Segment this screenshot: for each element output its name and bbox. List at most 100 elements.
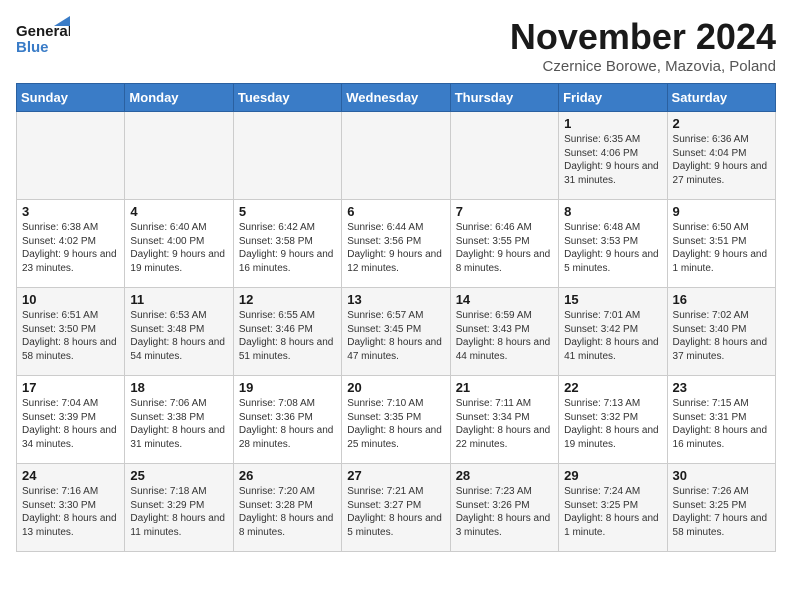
day-info: Sunrise: 7:18 AM Sunset: 3:29 PM Dayligh… bbox=[130, 485, 227, 539]
calendar-cell: 27 Sunrise: 7:21 AM Sunset: 3:27 PM Dayli… bbox=[342, 464, 450, 552]
calendar-cell: 20 Sunrise: 7:10 AM Sunset: 3:35 PM Dayli… bbox=[342, 376, 450, 464]
day-number: 27 bbox=[347, 468, 444, 483]
svg-text:Blue: Blue bbox=[16, 39, 49, 56]
day-number: 23 bbox=[673, 380, 770, 395]
calendar-table: SundayMondayTuesdayWednesdayThursdayFrid… bbox=[16, 83, 776, 552]
weekday-header-monday: Monday bbox=[125, 84, 233, 112]
calendar-cell: 6 Sunrise: 6:44 AM Sunset: 3:56 PM Daylig… bbox=[342, 200, 450, 288]
day-number: 7 bbox=[456, 204, 553, 219]
weekday-header-wednesday: Wednesday bbox=[342, 84, 450, 112]
day-number: 6 bbox=[347, 204, 444, 219]
calendar-cell: 4Sunrise: 6:40 AM Sunset: 4:00 PM Daylig… bbox=[125, 200, 233, 288]
week-row-4: 17 Sunrise: 7:04 AM Sunset: 3:39 PM Dayli… bbox=[17, 376, 776, 464]
calendar-cell: 1Sunrise: 6:35 AM Sunset: 4:06 PM Daylig… bbox=[559, 112, 667, 200]
day-number: 19 bbox=[239, 380, 336, 395]
calendar-cell bbox=[17, 112, 125, 200]
title-area: November 2024 Czernice Borowe, Mazovia, … bbox=[510, 16, 776, 75]
calendar-cell: 26 Sunrise: 7:20 AM Sunset: 3:28 PM Dayli… bbox=[233, 464, 341, 552]
weekday-header-tuesday: Tuesday bbox=[233, 84, 341, 112]
day-number: 2 bbox=[673, 116, 770, 131]
day-info: Sunrise: 7:21 AM Sunset: 3:27 PM Dayligh… bbox=[347, 485, 444, 539]
calendar-cell bbox=[342, 112, 450, 200]
calendar-cell: 25Sunrise: 7:18 AM Sunset: 3:29 PM Dayli… bbox=[125, 464, 233, 552]
day-info: Sunrise: 6:46 AM Sunset: 3:55 PM Dayligh… bbox=[456, 221, 553, 275]
calendar-cell: 13Sunrise: 6:57 AM Sunset: 3:45 PM Dayli… bbox=[342, 288, 450, 376]
day-number: 8 bbox=[564, 204, 661, 219]
weekday-header-thursday: Thursday bbox=[450, 84, 558, 112]
logo: General Blue bbox=[16, 16, 70, 64]
weekday-header-saturday: Saturday bbox=[667, 84, 775, 112]
calendar-cell: 24 Sunrise: 7:16 AM Sunset: 3:30 PM Dayli… bbox=[17, 464, 125, 552]
day-info: Sunrise: 7:10 AM Sunset: 3:35 PM Dayligh… bbox=[347, 397, 444, 451]
day-number: 3 bbox=[22, 204, 119, 219]
day-number: 29 bbox=[564, 468, 661, 483]
week-row-1: 1Sunrise: 6:35 AM Sunset: 4:06 PM Daylig… bbox=[17, 112, 776, 200]
day-info: Sunrise: 7:20 AM Sunset: 3:28 PM Dayligh… bbox=[239, 485, 336, 539]
week-row-5: 24 Sunrise: 7:16 AM Sunset: 3:30 PM Dayli… bbox=[17, 464, 776, 552]
day-number: 17 bbox=[22, 380, 119, 395]
calendar-cell: 30 Sunrise: 7:26 AM Sunset: 3:25 PM Dayli… bbox=[667, 464, 775, 552]
day-info: Sunrise: 6:36 AM Sunset: 4:04 PM Dayligh… bbox=[673, 133, 770, 187]
day-info: Sunrise: 7:04 AM Sunset: 3:39 PM Dayligh… bbox=[22, 397, 119, 451]
weekday-header-friday: Friday bbox=[559, 84, 667, 112]
day-info: Sunrise: 6:44 AM Sunset: 3:56 PM Dayligh… bbox=[347, 221, 444, 275]
day-number: 1 bbox=[564, 116, 661, 131]
day-info: Sunrise: 7:11 AM Sunset: 3:34 PM Dayligh… bbox=[456, 397, 553, 451]
calendar-cell: 17 Sunrise: 7:04 AM Sunset: 3:39 PM Dayli… bbox=[17, 376, 125, 464]
calendar-cell: 9Sunrise: 6:50 AM Sunset: 3:51 PM Daylig… bbox=[667, 200, 775, 288]
day-info: Sunrise: 7:13 AM Sunset: 3:32 PM Dayligh… bbox=[564, 397, 661, 451]
day-info: Sunrise: 6:50 AM Sunset: 3:51 PM Dayligh… bbox=[673, 221, 770, 275]
day-number: 14 bbox=[456, 292, 553, 307]
calendar-cell: 11 Sunrise: 6:53 AM Sunset: 3:48 PM Dayli… bbox=[125, 288, 233, 376]
day-info: Sunrise: 6:51 AM Sunset: 3:50 PM Dayligh… bbox=[22, 309, 119, 363]
calendar-cell: 10 Sunrise: 6:51 AM Sunset: 3:50 PM Dayli… bbox=[17, 288, 125, 376]
day-number: 11 bbox=[130, 292, 227, 307]
calendar-cell: 29 Sunrise: 7:24 AM Sunset: 3:25 PM Dayli… bbox=[559, 464, 667, 552]
header: General Blue November 2024 Czernice Boro… bbox=[16, 16, 776, 75]
day-number: 16 bbox=[673, 292, 770, 307]
day-info: Sunrise: 6:38 AM Sunset: 4:02 PM Dayligh… bbox=[22, 221, 119, 275]
day-number: 30 bbox=[673, 468, 770, 483]
calendar-cell: 8 Sunrise: 6:48 AM Sunset: 3:53 PM Daylig… bbox=[559, 200, 667, 288]
day-info: Sunrise: 7:26 AM Sunset: 3:25 PM Dayligh… bbox=[673, 485, 770, 539]
calendar-cell: 7 Sunrise: 6:46 AM Sunset: 3:55 PM Daylig… bbox=[450, 200, 558, 288]
day-info: Sunrise: 7:01 AM Sunset: 3:42 PM Dayligh… bbox=[564, 309, 661, 363]
logo-icon: General Blue bbox=[16, 16, 70, 64]
day-info: Sunrise: 6:53 AM Sunset: 3:48 PM Dayligh… bbox=[130, 309, 227, 363]
calendar-cell: 22 Sunrise: 7:13 AM Sunset: 3:32 PM Dayli… bbox=[559, 376, 667, 464]
calendar-cell: 5Sunrise: 6:42 AM Sunset: 3:58 PM Daylig… bbox=[233, 200, 341, 288]
calendar-cell bbox=[450, 112, 558, 200]
day-info: Sunrise: 7:06 AM Sunset: 3:38 PM Dayligh… bbox=[130, 397, 227, 451]
calendar-cell: 14 Sunrise: 6:59 AM Sunset: 3:43 PM Dayli… bbox=[450, 288, 558, 376]
calendar-cell: 15 Sunrise: 7:01 AM Sunset: 3:42 PM Dayli… bbox=[559, 288, 667, 376]
day-number: 15 bbox=[564, 292, 661, 307]
day-info: Sunrise: 7:16 AM Sunset: 3:30 PM Dayligh… bbox=[22, 485, 119, 539]
calendar-cell: 18 Sunrise: 7:06 AM Sunset: 3:38 PM Dayli… bbox=[125, 376, 233, 464]
day-info: Sunrise: 6:42 AM Sunset: 3:58 PM Dayligh… bbox=[239, 221, 336, 275]
day-info: Sunrise: 7:02 AM Sunset: 3:40 PM Dayligh… bbox=[673, 309, 770, 363]
calendar-cell: 23Sunrise: 7:15 AM Sunset: 3:31 PM Dayli… bbox=[667, 376, 775, 464]
weekday-header-sunday: Sunday bbox=[17, 84, 125, 112]
week-row-3: 10 Sunrise: 6:51 AM Sunset: 3:50 PM Dayli… bbox=[17, 288, 776, 376]
calendar-cell: 12 Sunrise: 6:55 AM Sunset: 3:46 PM Dayli… bbox=[233, 288, 341, 376]
weekday-header-row: SundayMondayTuesdayWednesdayThursdayFrid… bbox=[17, 84, 776, 112]
calendar-cell: 28Sunrise: 7:23 AM Sunset: 3:26 PM Dayli… bbox=[450, 464, 558, 552]
day-number: 20 bbox=[347, 380, 444, 395]
day-number: 24 bbox=[22, 468, 119, 483]
day-number: 22 bbox=[564, 380, 661, 395]
day-info: Sunrise: 7:24 AM Sunset: 3:25 PM Dayligh… bbox=[564, 485, 661, 539]
day-number: 18 bbox=[130, 380, 227, 395]
calendar-cell bbox=[233, 112, 341, 200]
day-number: 26 bbox=[239, 468, 336, 483]
day-info: Sunrise: 7:08 AM Sunset: 3:36 PM Dayligh… bbox=[239, 397, 336, 451]
location: Czernice Borowe, Mazovia, Poland bbox=[510, 58, 776, 75]
day-info: Sunrise: 6:59 AM Sunset: 3:43 PM Dayligh… bbox=[456, 309, 553, 363]
day-info: Sunrise: 6:55 AM Sunset: 3:46 PM Dayligh… bbox=[239, 309, 336, 363]
calendar-cell: 3 Sunrise: 6:38 AM Sunset: 4:02 PM Daylig… bbox=[17, 200, 125, 288]
day-info: Sunrise: 6:48 AM Sunset: 3:53 PM Dayligh… bbox=[564, 221, 661, 275]
month-title: November 2024 bbox=[510, 16, 776, 58]
day-info: Sunrise: 7:23 AM Sunset: 3:26 PM Dayligh… bbox=[456, 485, 553, 539]
day-number: 4 bbox=[130, 204, 227, 219]
day-number: 12 bbox=[239, 292, 336, 307]
day-number: 10 bbox=[22, 292, 119, 307]
